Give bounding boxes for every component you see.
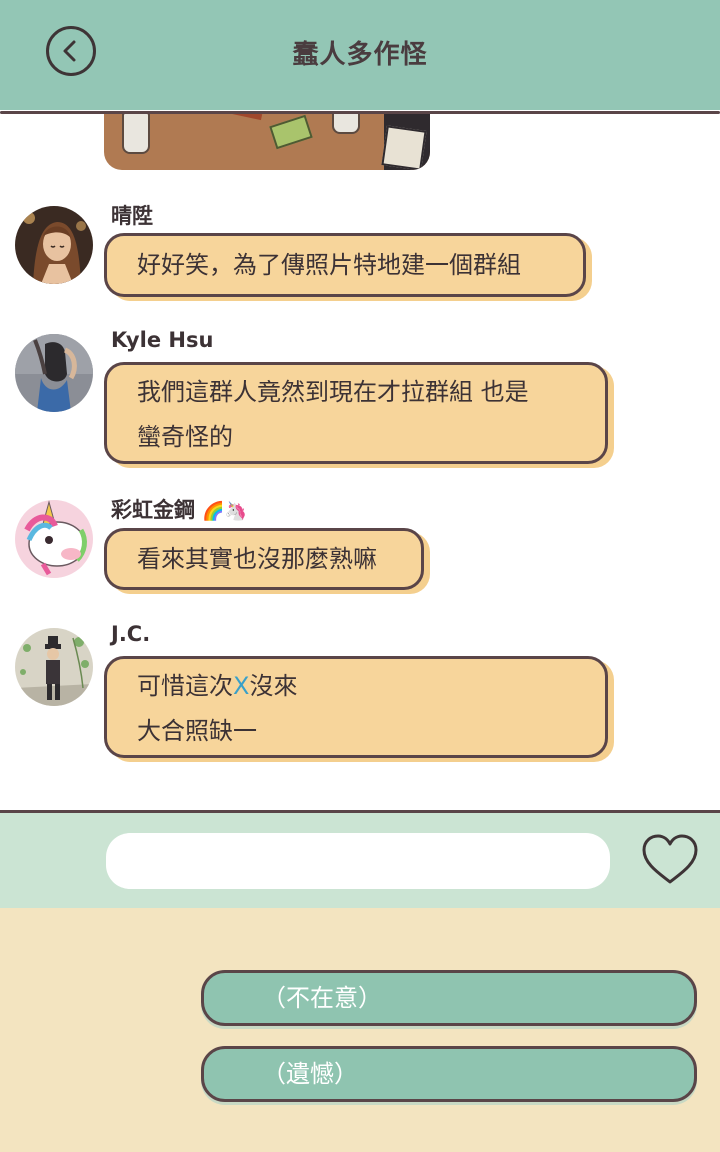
avatar[interactable] bbox=[15, 206, 93, 284]
chat-title: 蠢人多作怪 bbox=[292, 40, 428, 70]
message-bubble: 我們這群人竟然到現在才拉群組 也是 蠻奇怪的 bbox=[104, 362, 608, 464]
message-bubble: 可惜這次X沒來 大合照缺一 bbox=[104, 656, 608, 758]
sender-name: 彩虹金鋼 🌈🦄 bbox=[111, 498, 248, 522]
input-bar bbox=[0, 810, 720, 908]
sender-name: J.C. bbox=[111, 622, 151, 646]
sender-name: Kyle Hsu bbox=[111, 328, 214, 352]
message-bubble: 好好笑，為了傳照片特地建一個群組 bbox=[104, 233, 586, 297]
choice-button-indifferent[interactable]: （不在意） bbox=[201, 970, 697, 1026]
message-text-line: 我們這群人竟然到現在才拉群組 也是 bbox=[137, 378, 529, 406]
chat-area[interactable]: 晴陞 好好笑，為了傳照片特地建一個群組 Kyle Hsu 我們這群人竟然到現在才… bbox=[0, 114, 720, 810]
message-text: 看來其實也沒那麼熟嘛 bbox=[137, 545, 377, 573]
rainbow-unicorn-emoji: 🌈🦄 bbox=[202, 501, 248, 522]
choice-button-regret[interactable]: （遺憾） bbox=[201, 1046, 697, 1102]
avatar[interactable] bbox=[15, 500, 93, 578]
highlighted-name: X bbox=[233, 672, 250, 700]
heart-button[interactable] bbox=[640, 832, 700, 888]
message-text: 好好笑，為了傳照片特地建一個群組 bbox=[137, 251, 521, 279]
message-text-line: 大合照缺一 bbox=[137, 717, 257, 745]
message-text-line: 蠻奇怪的 bbox=[137, 423, 233, 451]
message-input[interactable] bbox=[106, 833, 610, 889]
heart-icon bbox=[642, 834, 698, 884]
avatar[interactable] bbox=[15, 628, 93, 706]
header-bar: 蠢人多作怪 bbox=[0, 0, 720, 114]
shared-photo[interactable] bbox=[104, 114, 430, 170]
message-text-line: 可惜這次X沒來 bbox=[137, 672, 298, 700]
avatar[interactable] bbox=[15, 334, 93, 412]
message-bubble: 看來其實也沒那麼熟嘛 bbox=[104, 528, 424, 590]
reply-choices: （不在意） （遺憾） bbox=[0, 908, 720, 1152]
sender-name: 晴陞 bbox=[111, 204, 153, 228]
